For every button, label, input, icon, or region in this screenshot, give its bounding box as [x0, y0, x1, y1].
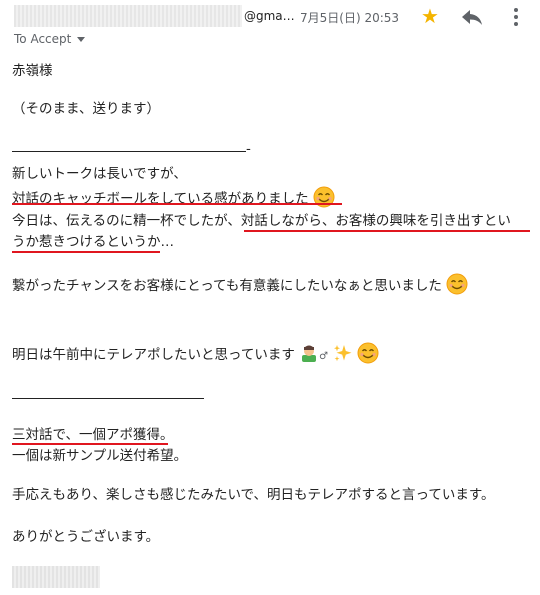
male-sign: ♂: [319, 351, 329, 362]
paragraph-text: 明日は午前中にテレアポしたいと思っています: [12, 347, 295, 363]
sender-email: @gma…: [244, 9, 295, 23]
highlight-underline: [12, 443, 168, 445]
reply-icon[interactable]: [459, 6, 485, 28]
greeting: 赤嶺様: [12, 63, 53, 79]
divider-line: [12, 151, 246, 152]
smiling-face-emoji: [357, 342, 379, 364]
highlight-underline: [12, 203, 342, 205]
sender-name-redacted: [14, 5, 242, 27]
closing-line: ありがとうございます。: [12, 529, 160, 545]
divider-line: [12, 398, 204, 399]
result-line: 一個は新サンプル送付希望。: [12, 448, 188, 464]
paragraph-text: 繋がったチャンスをお客様にとっても有意義にしたいなぁと思いました: [12, 278, 442, 294]
paragraph-line-emoji: 明日は午前中にテレアポしたいと思っています ♂: [12, 342, 379, 366]
highlight-underline: [244, 230, 530, 232]
smiling-face-emoji: [446, 273, 468, 295]
email-header: @gma… 7月5日(日) 20:53 ★: [0, 0, 540, 32]
paragraph-line: 新しいトークは長いですが、: [12, 166, 187, 182]
highlight-underline: [12, 251, 160, 253]
sparkles-emoji: [334, 345, 352, 362]
star-icon[interactable]: ★: [421, 4, 439, 28]
email-date: 7月5日(日) 20:53: [300, 11, 400, 25]
signature-redacted: [12, 566, 100, 588]
paragraph-line: 手応えもあり、楽しさも感じたみたいで、明日もテレアポすると言っています。: [12, 487, 495, 503]
paragraph-line: 今日は、伝えるのに精一杯でしたが、対話しながら、お客様の興味を引き出すとい: [12, 213, 511, 229]
note: （そのまま、送ります）: [12, 101, 160, 117]
result-line: 三対話で、一個アポ獲得。: [12, 427, 174, 443]
paragraph-line-emoji: 繋がったチャンスをお客様にとっても有意義にしたいなぁと思いました: [12, 273, 468, 295]
paragraph-line: うか惹きつけるというか…: [12, 234, 174, 250]
person-bowing-emoji: [302, 345, 317, 362]
recipient-dropdown[interactable]: To Accept: [14, 32, 86, 46]
divider-dash: -: [246, 141, 251, 157]
more-vert-icon[interactable]: [507, 6, 525, 28]
recipient-label: To Accept: [14, 32, 72, 46]
caret-down-icon: [77, 37, 86, 42]
